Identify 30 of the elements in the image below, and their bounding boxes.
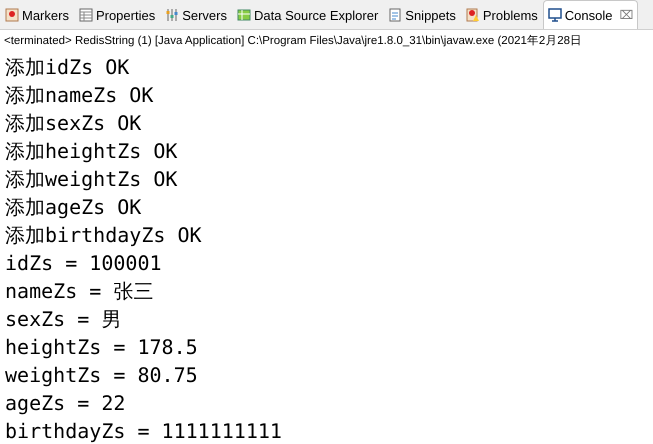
- console-line: weightZs = 80.75: [5, 362, 199, 389]
- console-header: <terminated> RedisString (1) [Java Application] C:\Program Files\Java\jre1.8.0_31\bin\javaw.exe (2021年2月28日: [3, 34, 584, 49]
- console-line: heightZs = 178.5: [5, 334, 199, 361]
- console-line: 添加weightZs OK: [5, 166, 178, 193]
- console-line: sexZs = 男: [5, 306, 122, 333]
- console-line: 添加idZs OK: [5, 54, 130, 81]
- view-tab[interactable]: Servers: [160, 0, 232, 29]
- marker-icon: [5, 8, 19, 22]
- close-icon[interactable]: ⌧: [620, 8, 634, 22]
- console-line: 添加ageZs OK: [5, 194, 142, 221]
- sliders-icon: [165, 8, 180, 22]
- table-icon: [78, 8, 93, 22]
- console-line: 添加heightZs OK: [5, 138, 178, 165]
- warning-icon: [466, 8, 480, 22]
- view-tab[interactable]: Data Source Explorer: [232, 0, 384, 29]
- console-line: idZs = 100001: [5, 250, 163, 277]
- view-tab[interactable]: Problems: [460, 0, 543, 29]
- document-icon: [388, 8, 402, 22]
- console-line: ageZs = 22: [5, 390, 126, 417]
- view-tab[interactable]: Properties: [74, 0, 160, 29]
- console-line: 添加nameZs OK: [5, 82, 154, 109]
- view-tab[interactable]: Console ⌧: [542, 0, 638, 29]
- view-tab[interactable]: Snippets: [383, 0, 461, 29]
- console-line: birthdayZs = 1111111111: [5, 418, 283, 444]
- console-line: 添加birthdayZs OK: [5, 222, 203, 249]
- database-icon: [237, 8, 251, 22]
- console-line: nameZs = 张三: [5, 278, 154, 305]
- monitor-icon: [548, 8, 562, 22]
- view-tab[interactable]: Markers: [0, 0, 74, 29]
- console-line: 添加sexZs OK: [5, 110, 142, 137]
